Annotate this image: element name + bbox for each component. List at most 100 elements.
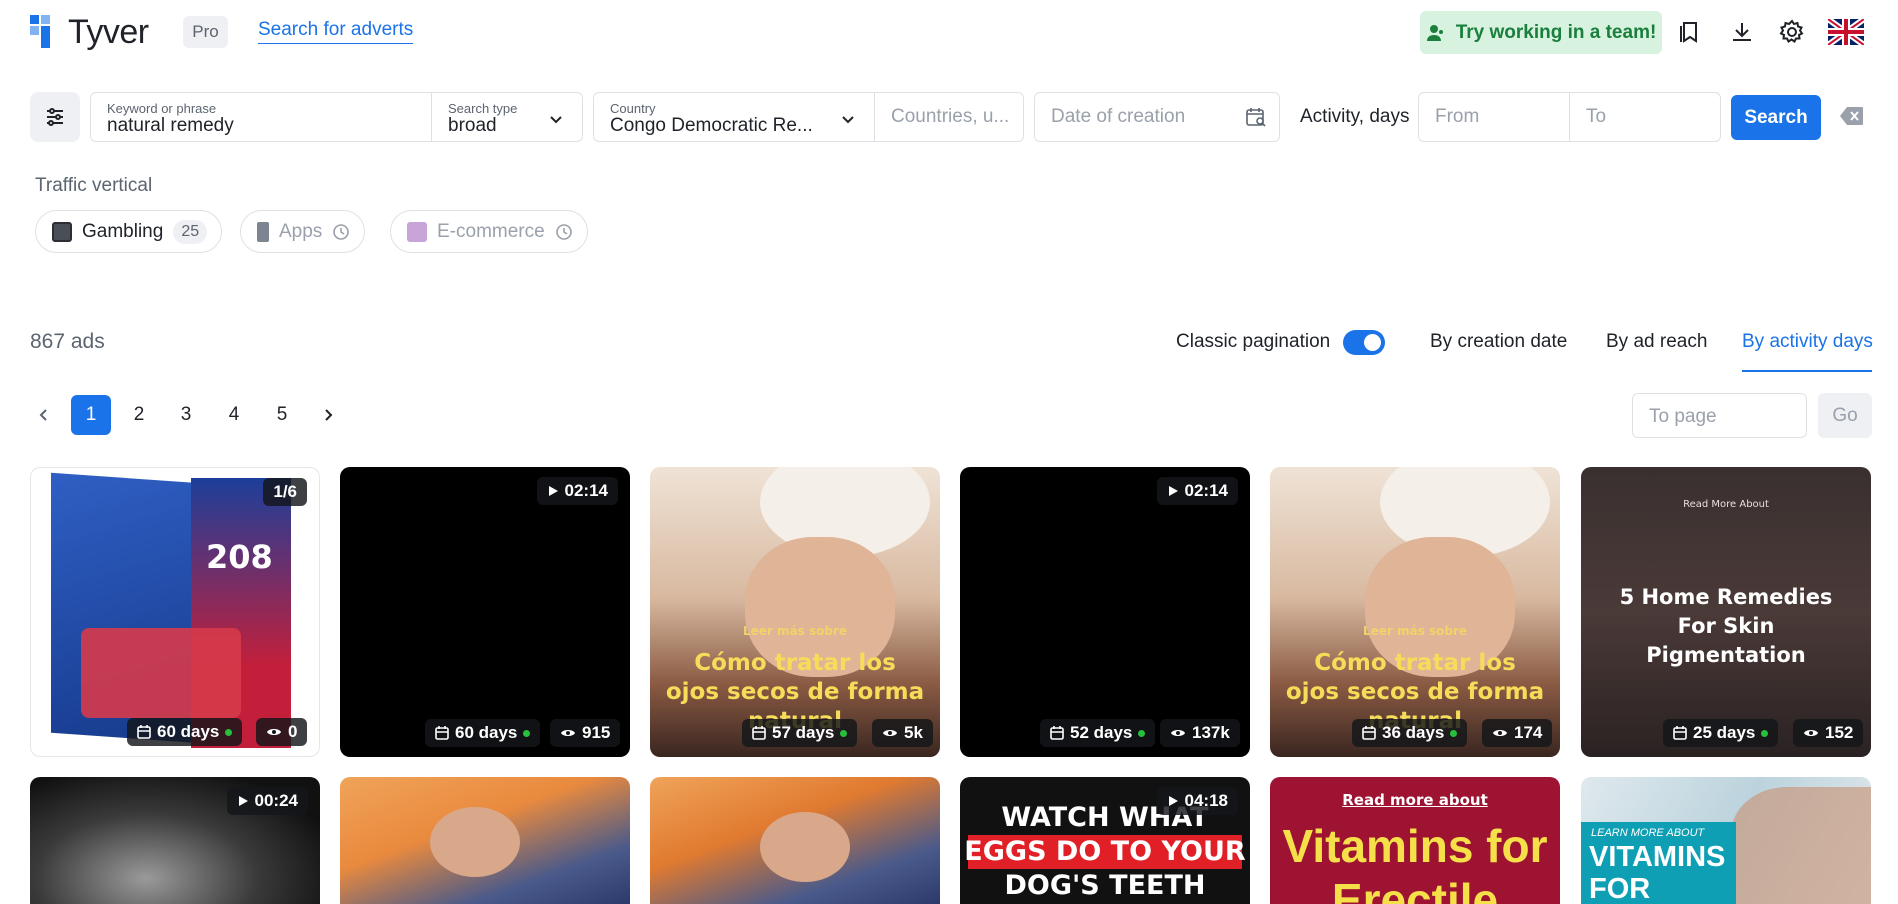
sort-by-creation-date[interactable]: By creation date [1430,331,1567,353]
views-badge: 152 [1793,719,1864,747]
shopping-bag-icon [407,221,427,242]
clock-icon [555,223,572,240]
ad-card[interactable] [340,777,630,904]
days-badge: 36 days [1352,719,1468,747]
next-page-icon[interactable] [308,395,348,435]
ad-card[interactable] [650,777,940,904]
uk-flag-icon[interactable] [1828,16,1864,48]
play-icon [548,486,558,496]
chip-gambling[interactable]: Gambling 25 [35,210,223,253]
ad-card[interactable]: Leer más sobre Cómo tratar los ojos seco… [650,467,940,757]
play-icon [238,796,248,806]
team-button[interactable]: Try working in a team! [1420,11,1662,54]
active-sort-underline [1742,370,1872,372]
ad-pre-caption: Read more about [1342,791,1488,809]
ads-count: 867 ads [30,330,105,353]
ad-thumbnail [760,812,850,882]
activity-from-input[interactable]: From [1418,92,1570,142]
to-page-input[interactable]: To page [1632,393,1807,438]
ad-card[interactable]: Read more about Vitamins for Erectile [1270,777,1560,904]
download-icon[interactable] [1726,16,1758,48]
tyver-logo-icon [30,13,60,51]
ad-card[interactable]: 208 1/6 60 days 0 [30,467,320,757]
page-4[interactable]: 4 [214,395,254,435]
ad-pre-caption: Leer más sobre [743,624,847,638]
days-badge: 60 days [127,718,243,746]
views-badge: 137k [1160,719,1240,747]
chip-gambling-count: 25 [173,219,208,244]
chip-gambling-label: Gambling [82,220,164,242]
ad-caption-line-1: VITAMINS [1589,841,1726,873]
from-placeholder: From [1435,106,1480,127]
search-adverts-link[interactable]: Search for adverts [258,19,414,44]
logo[interactable]: Tyver [30,12,149,52]
prev-page-icon[interactable] [24,395,64,435]
days-badge: 57 days [742,719,858,747]
ad-card[interactable]: 02:14 52 days 137k [960,467,1250,757]
page-1[interactable]: 1 [71,395,111,435]
countries-placeholder: Countries, u... [891,106,1010,127]
chip-apps[interactable]: Apps [240,210,366,253]
country-value: Congo Democratic Re... [610,115,813,136]
go-button[interactable]: Go [1818,393,1872,438]
keyword-input[interactable]: natural remedy [107,115,234,137]
gear-icon[interactable] [1776,16,1808,48]
bookmarks-icon[interactable] [1674,16,1706,48]
media-count-badge: 1/6 [263,478,307,506]
sort-by-activity-days[interactable]: By activity days [1742,331,1873,353]
ad-thumbnail [1731,787,1871,904]
play-icon [1168,796,1178,806]
country-select[interactable]: Country Congo Democratic Re... [593,92,875,142]
traffic-vertical-label: Traffic vertical [35,175,153,196]
search-type-select[interactable]: Search type broad [431,92,583,142]
search-button[interactable]: Search [1731,95,1821,140]
days-badge: 60 days [425,719,541,747]
ad-card[interactable]: LEARN MORE ABOUT VITAMINS FOR [1581,777,1871,904]
ad-caption: 5 Home Remedies For Skin Pigmentation [1619,585,1833,667]
ad-card[interactable]: WATCH WHAT EGGS DO TO YOUR DOG'S TEETH 0… [960,777,1250,904]
classic-pagination-toggle[interactable] [1343,330,1385,355]
clock-icon [333,223,350,240]
keyword-field-label: Keyword or phrase [107,101,217,116]
team-button-label: Try working in a team! [1455,21,1657,43]
play-icon [1168,486,1178,496]
clear-filters-icon[interactable] [1840,106,1864,131]
eye-icon [561,730,575,736]
chevron-down-icon [842,116,854,124]
page-2[interactable]: 2 [119,395,159,435]
search-type-label: Search type [448,101,518,116]
chip-ecommerce[interactable]: E-commerce [390,210,588,253]
days-badge: 52 days [1040,719,1156,747]
keyword-field[interactable]: Keyword or phrase natural remedy [90,92,432,142]
ad-thumbnail: 208 [51,472,301,748]
views-badge: 5k [872,719,933,747]
calendar-icon [1362,726,1376,740]
days-badge: 25 days [1663,719,1779,747]
views-badge: 915 [550,719,621,747]
countries-input[interactable]: Countries, u... [874,92,1024,142]
video-duration-badge: 00:24 [226,787,308,815]
eye-icon [1804,730,1818,736]
page-3[interactable]: 3 [166,395,206,435]
ad-card[interactable]: Read More About 5 Home Remedies For Skin… [1581,467,1871,757]
views-badge: 174 [1482,719,1553,747]
date-placeholder: Date of creation [1051,106,1186,127]
eye-icon [1493,730,1507,736]
eye-icon [883,730,897,736]
ad-caption-line-2: Erectile [1331,874,1499,904]
country-label: Country [610,101,656,116]
eye-icon [1171,730,1185,736]
activity-days-label: Activity, days [1300,106,1410,127]
ad-card[interactable]: Leer más sobre Cómo tratar los ojos seco… [1270,467,1560,757]
plan-badge: Pro [183,16,228,48]
calendar-icon [137,725,151,739]
page-5[interactable]: 5 [262,395,302,435]
sort-by-ad-reach[interactable]: By ad reach [1606,331,1707,353]
activity-to-input[interactable]: To [1569,92,1721,142]
filters-toggle-button[interactable] [30,92,80,142]
slot-machine-icon [52,221,72,242]
ad-card[interactable]: 02:14 60 days 915 [340,467,630,757]
ad-card[interactable]: 00:24 [30,777,320,904]
creation-date-input[interactable]: Date of creation [1034,92,1280,142]
ad-pre-caption: Read More About [1683,499,1769,510]
